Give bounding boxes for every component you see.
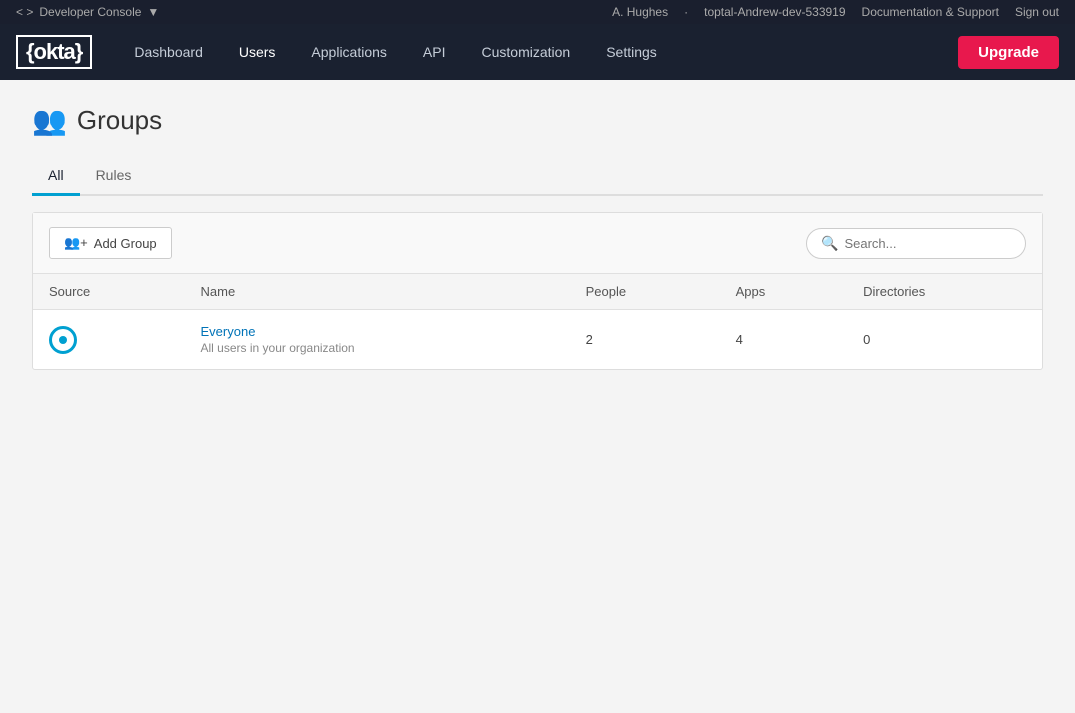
col-directories: Directories: [847, 274, 1042, 310]
upgrade-button[interactable]: Upgrade: [958, 36, 1059, 69]
cell-apps: 4: [720, 310, 848, 370]
cell-name: Everyone All users in your organization: [185, 310, 570, 370]
source-icon-inner: [59, 336, 67, 344]
tabs: All Rules: [32, 157, 1043, 196]
tab-all[interactable]: All: [32, 157, 80, 196]
nav-users[interactable]: Users: [221, 24, 294, 80]
col-people: People: [570, 274, 720, 310]
logo-text: {okta}: [26, 39, 82, 64]
col-name: Name: [185, 274, 570, 310]
add-group-icon: 👥+: [64, 235, 88, 251]
okta-logo[interactable]: {okta}: [16, 35, 92, 69]
chevron-left-icon: < >: [16, 5, 33, 19]
page-content: 👥 Groups All Rules 👥+ Add Group 🔍 Source: [0, 80, 1075, 713]
developer-console-label[interactable]: Developer Console: [39, 5, 141, 19]
docs-link[interactable]: Documentation & Support: [862, 5, 999, 19]
search-input[interactable]: [844, 236, 1011, 251]
top-bar-left: < > Developer Console ▼: [16, 5, 159, 19]
main-card: 👥+ Add Group 🔍 Source Name People Apps D…: [32, 212, 1043, 370]
groups-icon: 👥: [32, 104, 67, 137]
table-header: Source Name People Apps Directories: [33, 274, 1042, 310]
tab-rules[interactable]: Rules: [80, 157, 148, 196]
top-bar: < > Developer Console ▼ A. Hughes · topt…: [0, 0, 1075, 24]
cell-directories: 0: [847, 310, 1042, 370]
col-source: Source: [33, 274, 185, 310]
nav-applications[interactable]: Applications: [293, 24, 405, 80]
top-bar-right: A. Hughes · toptal-Andrew-dev-533919 Doc…: [612, 5, 1059, 19]
nav-api[interactable]: API: [405, 24, 464, 80]
add-group-label: Add Group: [94, 236, 157, 251]
nav-settings[interactable]: Settings: [588, 24, 675, 80]
user-name: A. Hughes: [612, 5, 668, 19]
page-title-row: 👥 Groups: [32, 104, 1043, 137]
nav-links: Dashboard Users Applications API Customi…: [116, 24, 958, 80]
group-description: All users in your organization: [201, 341, 554, 355]
toolbar: 👥+ Add Group 🔍: [33, 213, 1042, 274]
page-title: Groups: [77, 105, 162, 136]
separator: ·: [684, 5, 688, 19]
org-name: toptal-Andrew-dev-533919: [704, 5, 845, 19]
groups-table: Source Name People Apps Directories Ever…: [33, 274, 1042, 369]
search-icon: 🔍: [821, 235, 838, 252]
nav-dashboard[interactable]: Dashboard: [116, 24, 221, 80]
add-group-button[interactable]: 👥+ Add Group: [49, 227, 172, 259]
chevron-down-icon: ▼: [147, 5, 159, 19]
cell-people: 2: [570, 310, 720, 370]
cell-source: [33, 310, 185, 370]
table-row: Everyone All users in your organization …: [33, 310, 1042, 370]
signout-link[interactable]: Sign out: [1015, 5, 1059, 19]
col-apps: Apps: [720, 274, 848, 310]
nav-customization[interactable]: Customization: [464, 24, 589, 80]
group-name-link[interactable]: Everyone: [201, 324, 554, 339]
search-box: 🔍: [806, 228, 1026, 259]
table-body: Everyone All users in your organization …: [33, 310, 1042, 370]
navbar: {okta} Dashboard Users Applications API …: [0, 24, 1075, 80]
source-okta-icon: [49, 326, 77, 354]
